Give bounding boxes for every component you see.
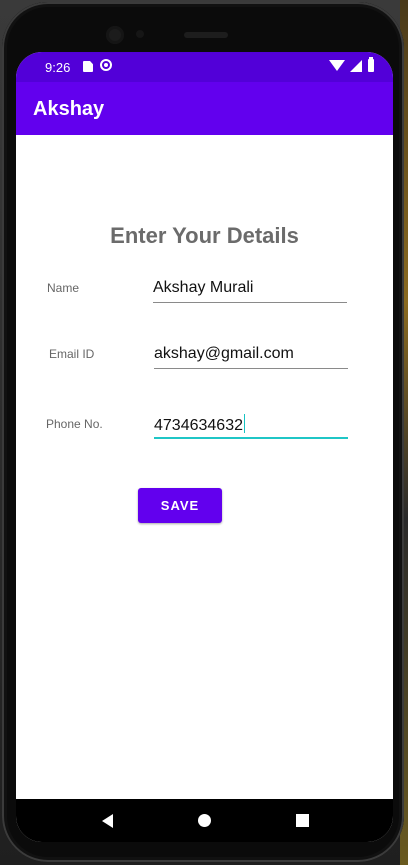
page-title: Enter Your Details (110, 223, 299, 248)
status-time: 9:26 (45, 60, 71, 75)
home-icon[interactable] (198, 814, 211, 827)
sync-icon (100, 59, 112, 71)
phone-field-value: 4734634632 (154, 417, 243, 434)
phone-label: Phone No. (46, 417, 103, 431)
signal-icon (350, 60, 362, 72)
email-field-underline (154, 368, 348, 369)
proximity-sensor (136, 30, 144, 38)
save-button[interactable]: SAVE (138, 488, 222, 523)
email-label: Email ID (49, 347, 95, 361)
text-cursor (243, 414, 245, 433)
email-field[interactable]: akshay@gmail.com (154, 345, 294, 363)
name-label: Name (47, 281, 80, 295)
back-icon[interactable] (102, 814, 113, 828)
name-field-underline (153, 302, 347, 303)
wifi-icon (329, 60, 345, 71)
recent-apps-icon[interactable] (296, 814, 309, 827)
navigation-bar (16, 799, 393, 842)
form-content: Enter Your Details Name Akshay Murali Em… (16, 135, 393, 799)
screenshot-stage: 9:26 Akshay Enter Your Details Name Aksh… (0, 0, 408, 865)
app-title: Akshay (33, 98, 105, 120)
earpiece-speaker (184, 32, 228, 38)
battery-icon (368, 57, 374, 72)
status-bar: 9:26 (16, 52, 393, 82)
app-screen: 9:26 Akshay Enter Your Details Name Aksh… (16, 52, 393, 842)
sd-card-icon (83, 61, 93, 72)
front-camera (106, 26, 124, 44)
phone-field-underline (154, 437, 348, 439)
app-bar: Akshay (16, 82, 393, 135)
phone-frame: 9:26 Akshay Enter Your Details Name Aksh… (2, 2, 404, 862)
name-field[interactable]: Akshay Murali (153, 279, 253, 297)
phone-field[interactable]: 4734634632 (154, 414, 245, 435)
